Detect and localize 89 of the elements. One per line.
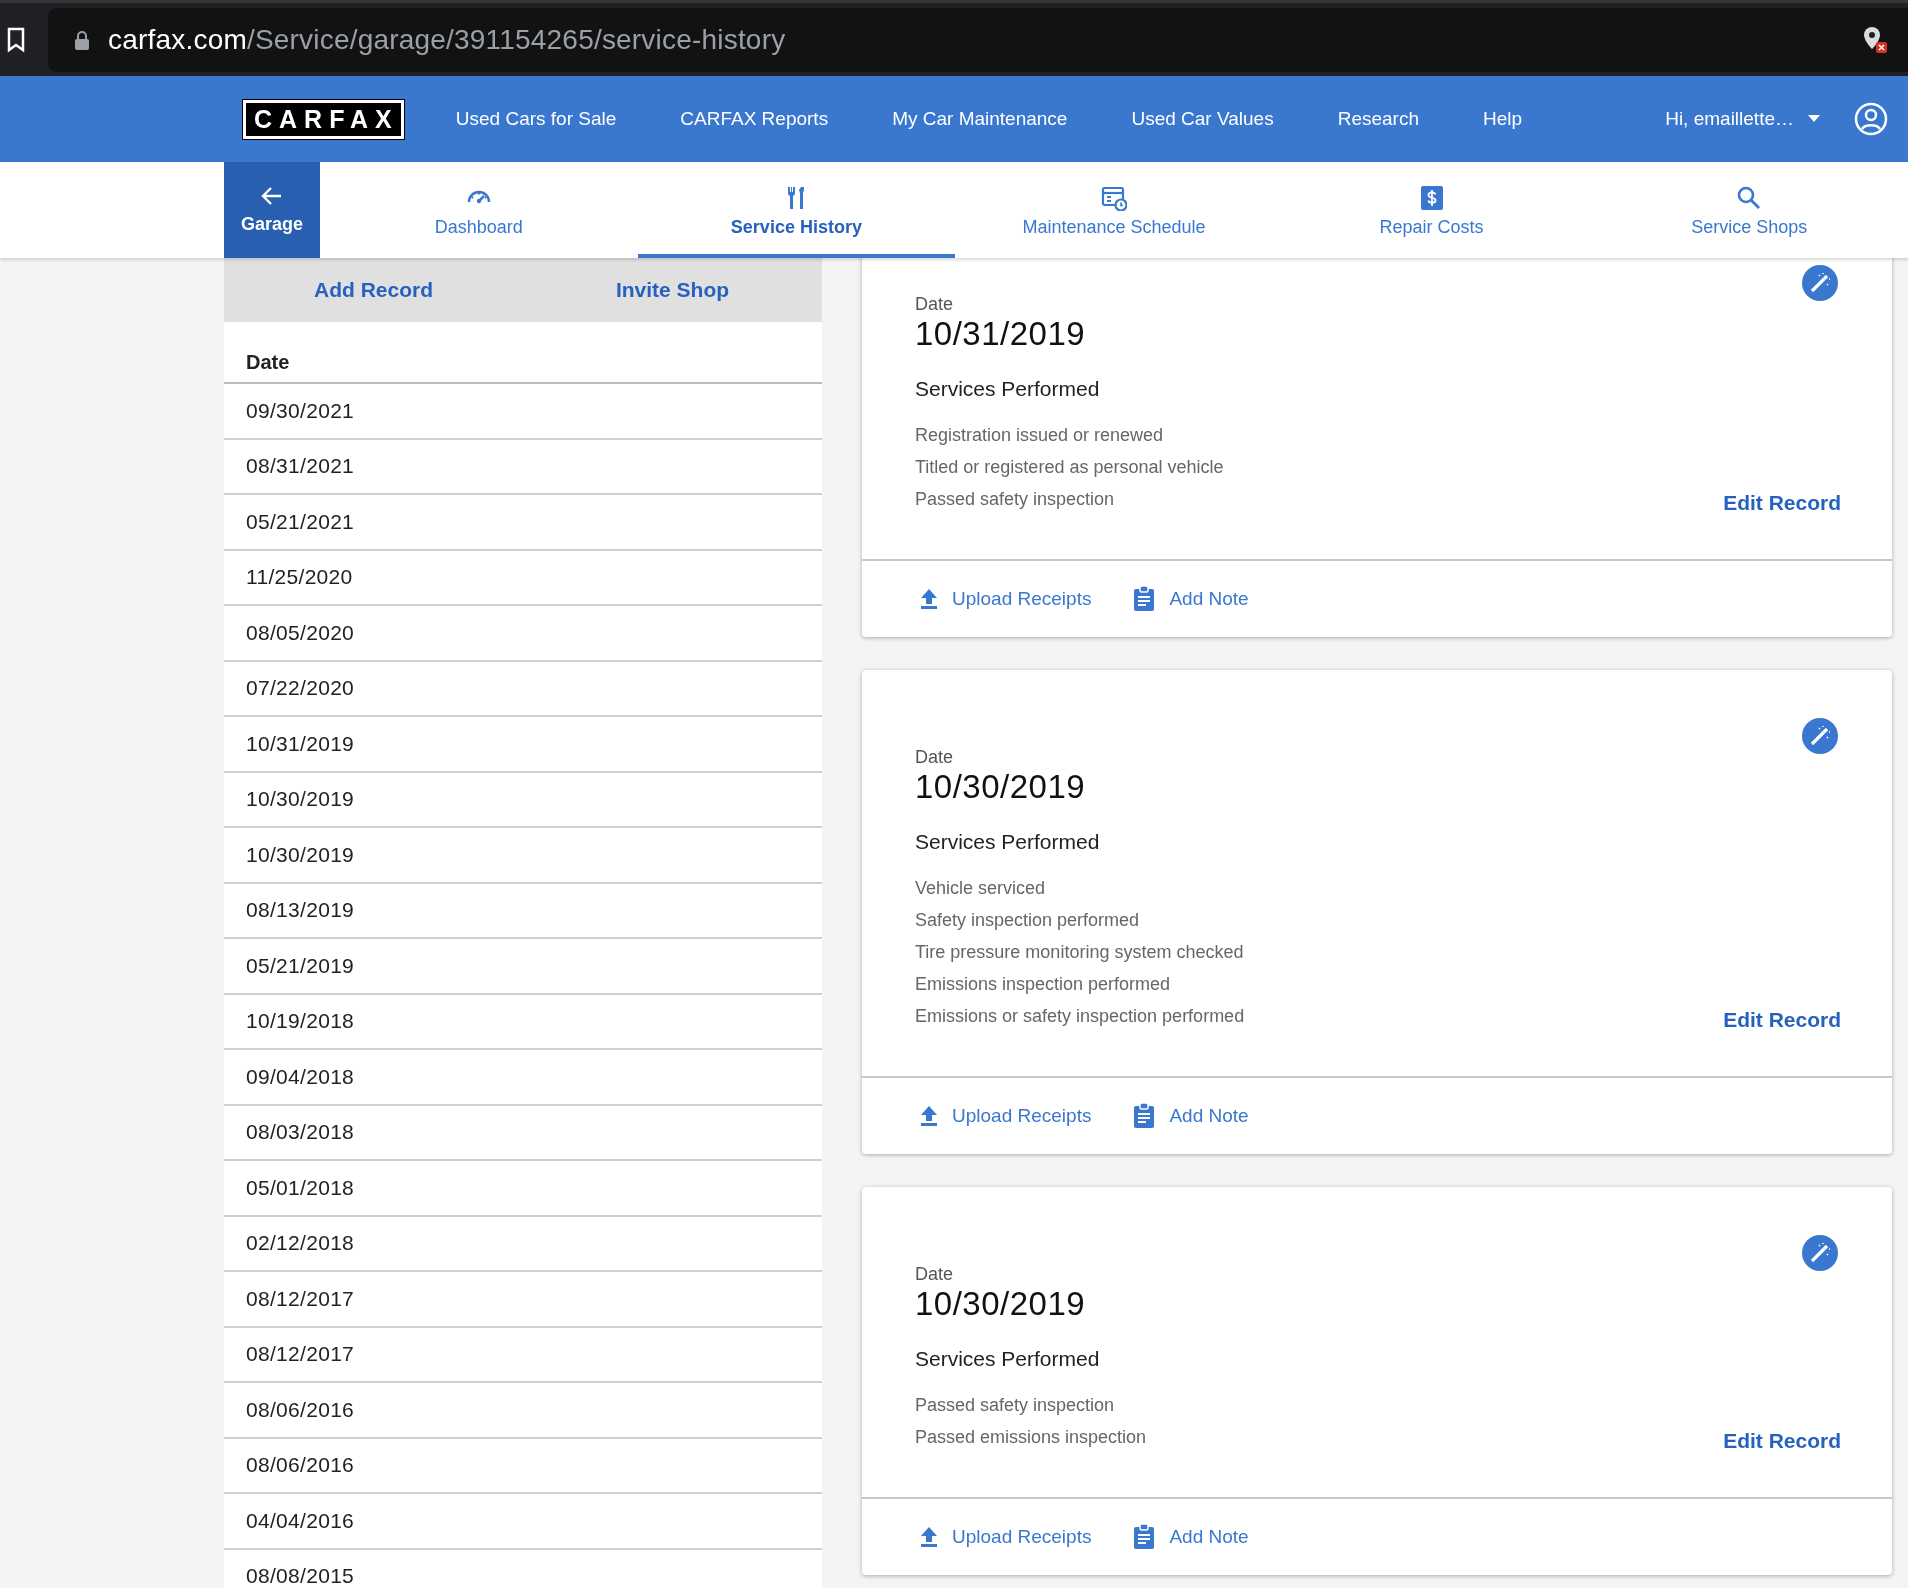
action-link[interactable]: Invite Shop (523, 258, 822, 322)
date-label: Date (915, 294, 955, 315)
nav-link[interactable]: Help (1483, 108, 1523, 130)
location-pin-icon (1862, 24, 1888, 55)
nav-tab[interactable]: Repair Costs (1272, 162, 1591, 258)
date-label: Date (915, 747, 955, 768)
footer-link[interactable]: Upload Receipts (920, 588, 1092, 610)
lock-icon (74, 29, 90, 50)
history-row[interactable]: 02/12/2018 (224, 1216, 822, 1272)
account-menu[interactable]: Hi, emaillette… (1665, 108, 1820, 130)
edit-record-link[interactable]: Edit Record (1723, 491, 1841, 515)
caret-icon (1808, 115, 1820, 123)
nav-tab[interactable]: Dashboard (320, 162, 638, 258)
upload-icon (920, 588, 938, 610)
history-row[interactable]: 10/30/2019 (224, 828, 822, 884)
address-bar[interactable]: carfax.com/Service/garage/391154265/service-history (48, 7, 1908, 72)
record-date: 10/31/2019 (915, 315, 1087, 353)
history-row[interactable]: 08/06/2016 (224, 1438, 822, 1494)
nav-link[interactable]: Research (1337, 108, 1419, 130)
column-header: Date (246, 351, 290, 374)
back-arrow-icon (261, 185, 283, 206)
history-row[interactable]: 08/06/2016 (224, 1383, 822, 1439)
history-row[interactable]: 09/04/2018 (224, 1050, 822, 1106)
upload-icon (920, 1526, 938, 1548)
clipboard-icon (1133, 1103, 1156, 1129)
section-heading: Services Performed (915, 377, 1101, 401)
service-item: Registration issued or renewed (915, 424, 1165, 447)
service-item: Passed emissions inspection (915, 1426, 1148, 1449)
service-item: Vehicle serviced (915, 877, 1047, 900)
edit-record-link[interactable]: Edit Record (1723, 1008, 1841, 1032)
edit-record-link[interactable]: Edit Record (1723, 1429, 1841, 1453)
garage-button[interactable]: Garage (224, 162, 320, 258)
service-item: Titled or registered as personal vehicle (915, 456, 1225, 479)
history-row[interactable]: 07/22/2020 (224, 661, 822, 717)
history-row[interactable]: 05/21/2021 (224, 495, 822, 551)
bookmark-icon (6, 26, 26, 53)
history-row[interactable]: 08/12/2017 (224, 1327, 822, 1383)
date-label: Date (915, 1264, 955, 1285)
magic-wand-icon (1802, 1235, 1838, 1271)
nav-link[interactable]: Used Car Values (1131, 108, 1274, 130)
nav-tab[interactable]: Maintenance Schedule (955, 162, 1273, 258)
nav-link[interactable]: My Car Maintenance (892, 108, 1068, 130)
history-row[interactable]: 10/19/2018 (224, 994, 822, 1050)
history-row[interactable]: 08/03/2018 (224, 1105, 822, 1161)
nav-link[interactable]: CARFAX Reports (680, 108, 829, 130)
wand-button[interactable] (1799, 262, 1841, 304)
calendar-clock-icon (1101, 184, 1127, 211)
magic-wand-icon (1802, 718, 1838, 754)
user-greeting: Hi, emaillette… (1665, 108, 1794, 130)
service-item: Tire pressure monitoring system checked (915, 941, 1245, 964)
wand-button[interactable] (1799, 1232, 1841, 1274)
footer-link[interactable]: Upload Receipts (920, 1105, 1092, 1127)
nav-tab[interactable]: Service Shops (1590, 162, 1908, 258)
history-row[interactable]: 04/04/2016 (224, 1494, 822, 1550)
footer-link[interactable]: Add Note (1133, 1103, 1249, 1129)
service-item: Emissions inspection performed (915, 973, 1172, 996)
history-row[interactable]: 08/05/2020 (224, 606, 822, 662)
history-row[interactable]: 08/13/2019 (224, 883, 822, 939)
nav-link[interactable]: Used Cars for Sale (455, 108, 617, 130)
history-row[interactable]: 08/12/2017 (224, 1272, 822, 1328)
history-row[interactable]: 08/08/2015 (224, 1549, 822, 1588)
footer-link[interactable]: Upload Receipts (920, 1526, 1092, 1548)
carfax-logo[interactable]: CARFAX (243, 99, 404, 139)
history-row[interactable]: 11/25/2020 (224, 550, 822, 606)
footer-link[interactable]: Add Note (1133, 1524, 1249, 1550)
magic-wand-icon (1802, 265, 1838, 301)
action-link[interactable]: Add Record (224, 258, 523, 322)
service-item: Safety inspection performed (915, 909, 1141, 932)
section-heading: Services Performed (915, 1347, 1101, 1371)
service-item: Emissions or safety inspection performed (915, 1005, 1246, 1028)
user-avatar-icon (1854, 102, 1888, 136)
service-item: Passed safety inspection (915, 488, 1116, 511)
wand-button[interactable] (1799, 715, 1841, 757)
history-row[interactable]: 09/30/2021 (224, 384, 822, 440)
record-date: 10/30/2019 (915, 1285, 1087, 1323)
url-text: carfax.com/Service/garage/391154265/service-history (108, 23, 786, 56)
history-row[interactable]: 10/30/2019 (224, 772, 822, 828)
clipboard-icon (1133, 1524, 1156, 1550)
upload-icon (920, 1105, 938, 1127)
dollar-icon (1418, 184, 1445, 211)
footer-link[interactable]: Add Note (1133, 586, 1249, 612)
record-date: 10/30/2019 (915, 768, 1087, 806)
history-row[interactable]: 08/31/2021 (224, 439, 822, 495)
history-row[interactable]: 10/31/2019 (224, 717, 822, 773)
history-row[interactable]: 05/21/2019 (224, 939, 822, 995)
section-heading: Services Performed (915, 830, 1101, 854)
service-item: Passed safety inspection (915, 1394, 1116, 1417)
history-row[interactable]: 05/01/2018 (224, 1161, 822, 1217)
clipboard-icon (1133, 586, 1156, 612)
